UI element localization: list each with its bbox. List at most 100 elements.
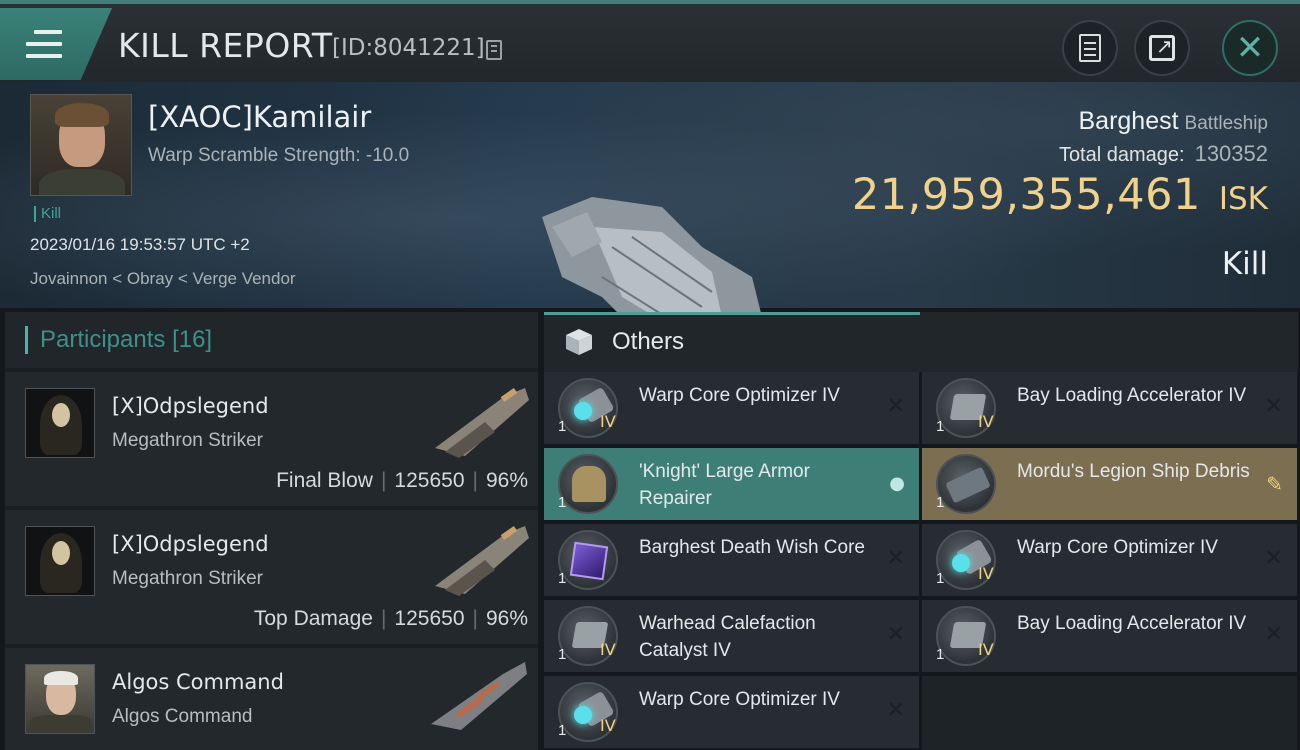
item-slot[interactable]: 1 Barghest Death Wish Core ✕ — [544, 524, 919, 596]
participant-ship: Algos Command — [112, 706, 253, 727]
victim-name[interactable]: [XAOC]Kamilair — [148, 100, 371, 134]
others-label: Others — [612, 328, 685, 355]
item-slot[interactable]: 1 IV Warp Core Optimizer IV ✕ — [544, 372, 919, 444]
victim-portrait[interactable] — [30, 94, 132, 196]
item-slot[interactable]: 1 Mordu's Legion Ship Debris ✎ — [922, 448, 1297, 520]
menu-button[interactable] — [0, 8, 112, 80]
item-name: Warp Core Optimizer IV — [1017, 537, 1218, 558]
destroyed-icon: ✕ — [886, 622, 905, 647]
participant-row[interactable]: Algos Command Algos Command — [5, 648, 538, 750]
ship-name-text: Barghest — [1078, 107, 1179, 135]
destroyed-icon: ✕ — [1264, 622, 1283, 647]
item-name: Warp Core Optimizer IV — [639, 385, 840, 406]
item-tier: IV — [978, 640, 994, 659]
item-name: Bay Loading Accelerator IV — [1017, 613, 1247, 634]
participant-ship-image — [435, 525, 529, 596]
item-tier: IV — [978, 412, 994, 431]
item-tier: IV — [600, 412, 616, 431]
participant-percent: 96% — [485, 607, 528, 630]
death-wish-core-icon — [558, 530, 618, 590]
armor-repairer-icon — [558, 454, 618, 514]
item-qty: 1 — [558, 418, 567, 435]
empty-slot — [922, 676, 1297, 750]
wrench-icon: ✎ — [1266, 472, 1283, 496]
participant-row[interactable]: [X]Odpslegend Megathron Striker Top Dama… — [5, 510, 538, 644]
clipboard-icon — [1079, 34, 1101, 62]
item-qty: 1 — [936, 494, 945, 511]
participant-ship: Megathron Striker — [112, 430, 264, 451]
cube-icon — [566, 329, 592, 355]
kill-datetime: 2023/01/16 19:53:57 UTC +2 — [30, 235, 250, 254]
item-qty: 1 — [558, 722, 567, 739]
participant-role: Final Blow — [276, 469, 373, 492]
page-title: KILL REPORT — [118, 26, 333, 65]
ship-debris-icon — [936, 454, 996, 514]
top-bar: KILL REPORT [ID:8041221] ✕ — [0, 0, 1300, 82]
item-slot[interactable]: 1 IV Bay Loading Accelerator IV ✕ — [922, 372, 1297, 444]
item-name: Bay Loading Accelerator IV — [1017, 385, 1247, 406]
participants-label: Participants — [40, 326, 166, 353]
destroyed-icon: ✕ — [886, 394, 905, 419]
item-tier: IV — [600, 716, 616, 735]
copy-icon[interactable] — [486, 40, 502, 60]
item-qty: 1 — [936, 570, 945, 587]
kill-tag: Kill — [34, 206, 61, 222]
participant-role: Top Damage — [253, 607, 373, 630]
participant-avatar — [25, 526, 95, 596]
share-button[interactable] — [1134, 20, 1190, 76]
participant-damage: 125650 — [394, 469, 465, 492]
warp-scramble-strength: Warp Scramble Strength: -10.0 — [148, 145, 410, 166]
total-damage-label: Total damage: — [1058, 144, 1185, 166]
clipboard-button[interactable] — [1062, 20, 1118, 76]
isk-amount: 21,959,355,461 — [851, 170, 1201, 220]
participant-ship-image — [431, 662, 527, 730]
participants-header[interactable]: Participants [16] — [5, 312, 538, 368]
dropped-person-icon: ● — [889, 473, 905, 494]
total-damage-value: 130352 — [1194, 141, 1268, 166]
participants-count: [16] — [172, 326, 213, 353]
item-name: Warp Core Optimizer IV — [639, 689, 840, 710]
participant-ship-image — [435, 387, 529, 458]
item-slot[interactable]: 1 IV Warp Core Optimizer IV ✕ — [544, 676, 919, 748]
participant-ship: Megathron Striker — [112, 568, 264, 589]
item-qty: 1 — [936, 418, 945, 435]
close-icon: ✕ — [1235, 28, 1265, 68]
ship-name: Barghest Battleship — [1078, 107, 1268, 136]
item-name: Mordu's Legion Ship Debris — [1017, 461, 1250, 482]
kill-result: Kill — [1221, 246, 1268, 282]
participant-row[interactable]: [X]Odpslegend Megathron Striker Final Bl… — [5, 372, 538, 506]
others-header[interactable]: Others — [544, 312, 1298, 372]
item-slot[interactable]: 1 'Knight' Large Armor Repairer ● — [544, 448, 919, 520]
destroyed-icon: ✕ — [886, 698, 905, 723]
participant-name: Algos Command — [112, 670, 284, 694]
item-name: 'Knight' Large Armor Repairer — [639, 461, 810, 509]
participant-damage: 125650 — [394, 607, 465, 630]
item-qty: 1 — [558, 570, 567, 587]
kill-location: Jovainnon < Obray < Verge Vendor — [30, 269, 296, 288]
participants-panel: Participants [16] [X]Odpslegend Megathro… — [5, 312, 538, 750]
item-slot[interactable]: 1 IV Warp Core Optimizer IV ✕ — [922, 524, 1297, 596]
destroyed-icon: ✕ — [886, 546, 905, 571]
participant-percent: 96% — [485, 469, 528, 492]
item-slot[interactable]: 1 IV Warhead Calefaction Catalyst IV ✕ — [544, 600, 919, 672]
participant-avatar — [25, 388, 95, 458]
item-name: Warhead Calefaction Catalyst IV — [639, 613, 816, 661]
participant-stats: Final Blow | 125650 | 96% — [276, 469, 528, 492]
isk-value: 21,959,355,461 ISK — [852, 170, 1268, 220]
destroyed-icon: ✕ — [1264, 394, 1283, 419]
close-button[interactable]: ✕ — [1222, 20, 1278, 76]
participant-name: [X]Odpslegend — [112, 394, 269, 418]
item-qty: 1 — [558, 494, 567, 511]
item-qty: 1 — [936, 646, 945, 663]
participant-avatar — [25, 664, 95, 734]
report-id: [ID:8041221] — [332, 35, 485, 61]
item-tier: IV — [978, 564, 994, 583]
item-name: Barghest Death Wish Core — [639, 537, 865, 558]
menu-icon — [26, 30, 62, 58]
ship-class: Battleship — [1184, 113, 1268, 134]
isk-unit: ISK — [1218, 181, 1268, 217]
destroyed-icon: ✕ — [1264, 546, 1283, 571]
item-slot[interactable]: 1 IV Bay Loading Accelerator IV ✕ — [922, 600, 1297, 672]
total-damage: Total damage: 130352 — [1059, 141, 1268, 167]
share-icon — [1149, 34, 1175, 61]
